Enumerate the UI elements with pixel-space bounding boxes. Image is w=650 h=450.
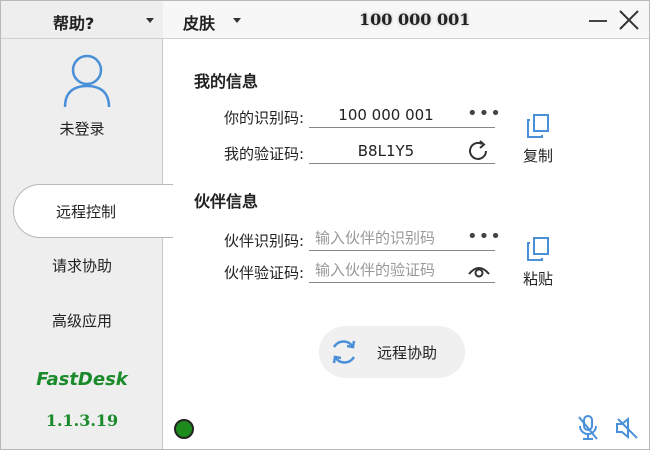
help-menu-label: 帮助? (53, 14, 95, 33)
login-status-label[interactable]: 未登录 (1, 118, 163, 139)
partner-id-input[interactable] (315, 227, 465, 249)
partner-info-title: 伙伴信息 (194, 192, 259, 211)
my-code-label: 我的验证码: (223, 145, 304, 163)
chevron-down-icon (233, 18, 241, 23)
chevron-down-icon (146, 18, 154, 23)
paste-button[interactable]: 粘贴 (516, 236, 560, 289)
eye-icon[interactable] (467, 259, 491, 281)
user-avatar-icon[interactable] (62, 53, 112, 109)
connection-status-indicator (174, 419, 194, 439)
more-options-icon[interactable]: ••• (467, 228, 502, 246)
paste-label: 粘贴 (522, 270, 553, 288)
my-id-label: 你的识别码: (223, 109, 304, 127)
my-info-title: 我的信息 (194, 72, 259, 91)
brand-logo: FastDesk (36, 369, 128, 390)
copy-button[interactable]: 复制 (516, 113, 560, 166)
my-code-field: B8L1Y5 (309, 139, 495, 164)
partner-id-field: ••• (309, 226, 501, 251)
paste-icon (527, 237, 549, 261)
my-id-field: 100 000 001 ••• (309, 103, 501, 128)
remote-assist-button[interactable]: 远程协助 (319, 326, 465, 378)
nav-item-remote-control[interactable]: 远程控制 (13, 184, 173, 238)
refresh-icon[interactable] (467, 140, 491, 162)
sidebar: 帮助? 未登录 远程控制 请求协助 高级应用 FastDesk 1.1.3.19 (1, 1, 173, 449)
skin-menu-label: 皮肤 (183, 14, 216, 33)
window-title: 100 000 001 (359, 10, 471, 29)
my-id-value[interactable]: 100 000 001 (309, 106, 463, 124)
remote-assist-label: 远程协助 (377, 344, 438, 362)
copy-label: 复制 (522, 147, 553, 165)
speaker-muted-icon[interactable] (615, 416, 639, 440)
app-window: 帮助? 未登录 远程控制 请求协助 高级应用 FastDesk 1.1.3.19… (0, 0, 650, 450)
nav-item-request-assist[interactable]: 请求协助 (1, 246, 163, 286)
more-options-icon[interactable]: ••• (467, 105, 502, 123)
sync-icon (332, 340, 356, 364)
partner-code-input[interactable] (315, 259, 465, 281)
microphone-muted-icon[interactable] (577, 415, 599, 441)
minimize-button[interactable] (588, 9, 608, 31)
partner-id-label: 伙伴识别码: (223, 232, 304, 250)
close-icon[interactable] (618, 9, 640, 31)
nav-item-advanced-apps[interactable]: 高级应用 (1, 301, 163, 341)
help-menu[interactable]: 帮助? (1, 1, 163, 39)
my-code-value[interactable]: B8L1Y5 (309, 142, 463, 160)
copy-icon (527, 114, 549, 138)
partner-code-field (309, 258, 495, 283)
partner-code-label: 伙伴验证码: (223, 264, 304, 282)
version-label: 1.1.3.19 (45, 411, 119, 430)
title-bar: 皮肤 100 000 001 (163, 1, 649, 39)
